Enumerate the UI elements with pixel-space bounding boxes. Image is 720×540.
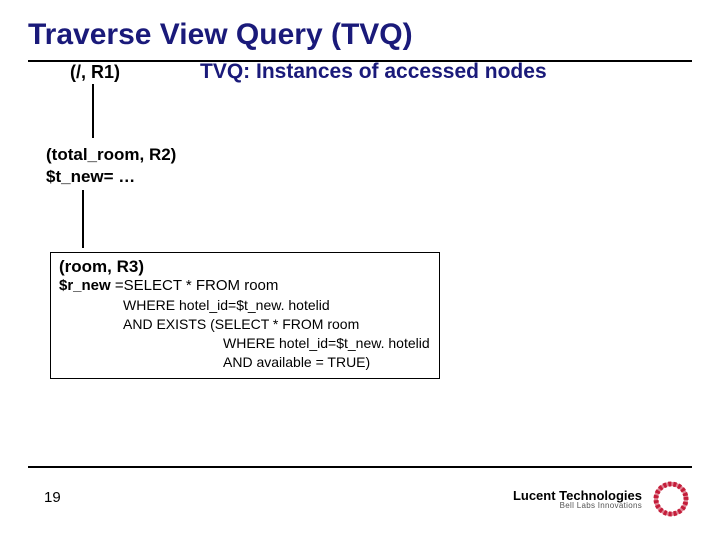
footer-divider <box>28 466 692 468</box>
sql-line-4: AND available = TRUE) <box>123 353 431 372</box>
sql-line-2: AND EXISTS (SELECT * FROM room <box>123 315 431 334</box>
node-leaf-sql-body: WHERE hotel_id=$t_new. hotelid AND EXIST… <box>59 294 431 372</box>
node-leaf-sql-head: =SELECT * FROM room <box>115 277 279 294</box>
edge-root-to-mid <box>92 84 94 138</box>
sql-line-1: WHERE hotel_id=$t_new. hotelid <box>123 296 431 315</box>
brand-tagline: Bell Labs Innovations <box>513 502 642 510</box>
edge-mid-to-leaf <box>82 190 84 248</box>
sql-line-3: WHERE hotel_id=$t_new. hotelid <box>123 334 431 353</box>
brand-logo-area: Lucent Technologies Bell Labs Innovation… <box>513 478 692 520</box>
node-mid: (total_room, R2) $t_new= … <box>46 144 176 188</box>
node-root: (/, R1) <box>70 62 120 83</box>
node-leaf-label: (room, R3) <box>59 257 431 277</box>
node-mid-assign: $t_new= … <box>46 166 176 188</box>
node-leaf-assign: $r_new =SELECT * FROM room <box>59 277 431 294</box>
node-leaf-var: $r_new <box>59 277 115 294</box>
node-leaf-box: (room, R3) $r_new =SELECT * FROM room WH… <box>50 252 440 379</box>
diagram-area: (/, R1) TVQ: Instances of accessed nodes… <box>0 62 720 442</box>
brand-ring-icon <box>650 478 692 520</box>
brand-name: Lucent Technologies <box>513 489 642 502</box>
diagram-subtitle: TVQ: Instances of accessed nodes <box>200 60 547 84</box>
page-title: Traverse View Query (TVQ) <box>0 0 720 60</box>
page-number: 19 <box>44 489 61 506</box>
node-mid-label: (total_room, R2) <box>46 144 176 166</box>
brand-text: Lucent Technologies Bell Labs Innovation… <box>513 489 642 510</box>
